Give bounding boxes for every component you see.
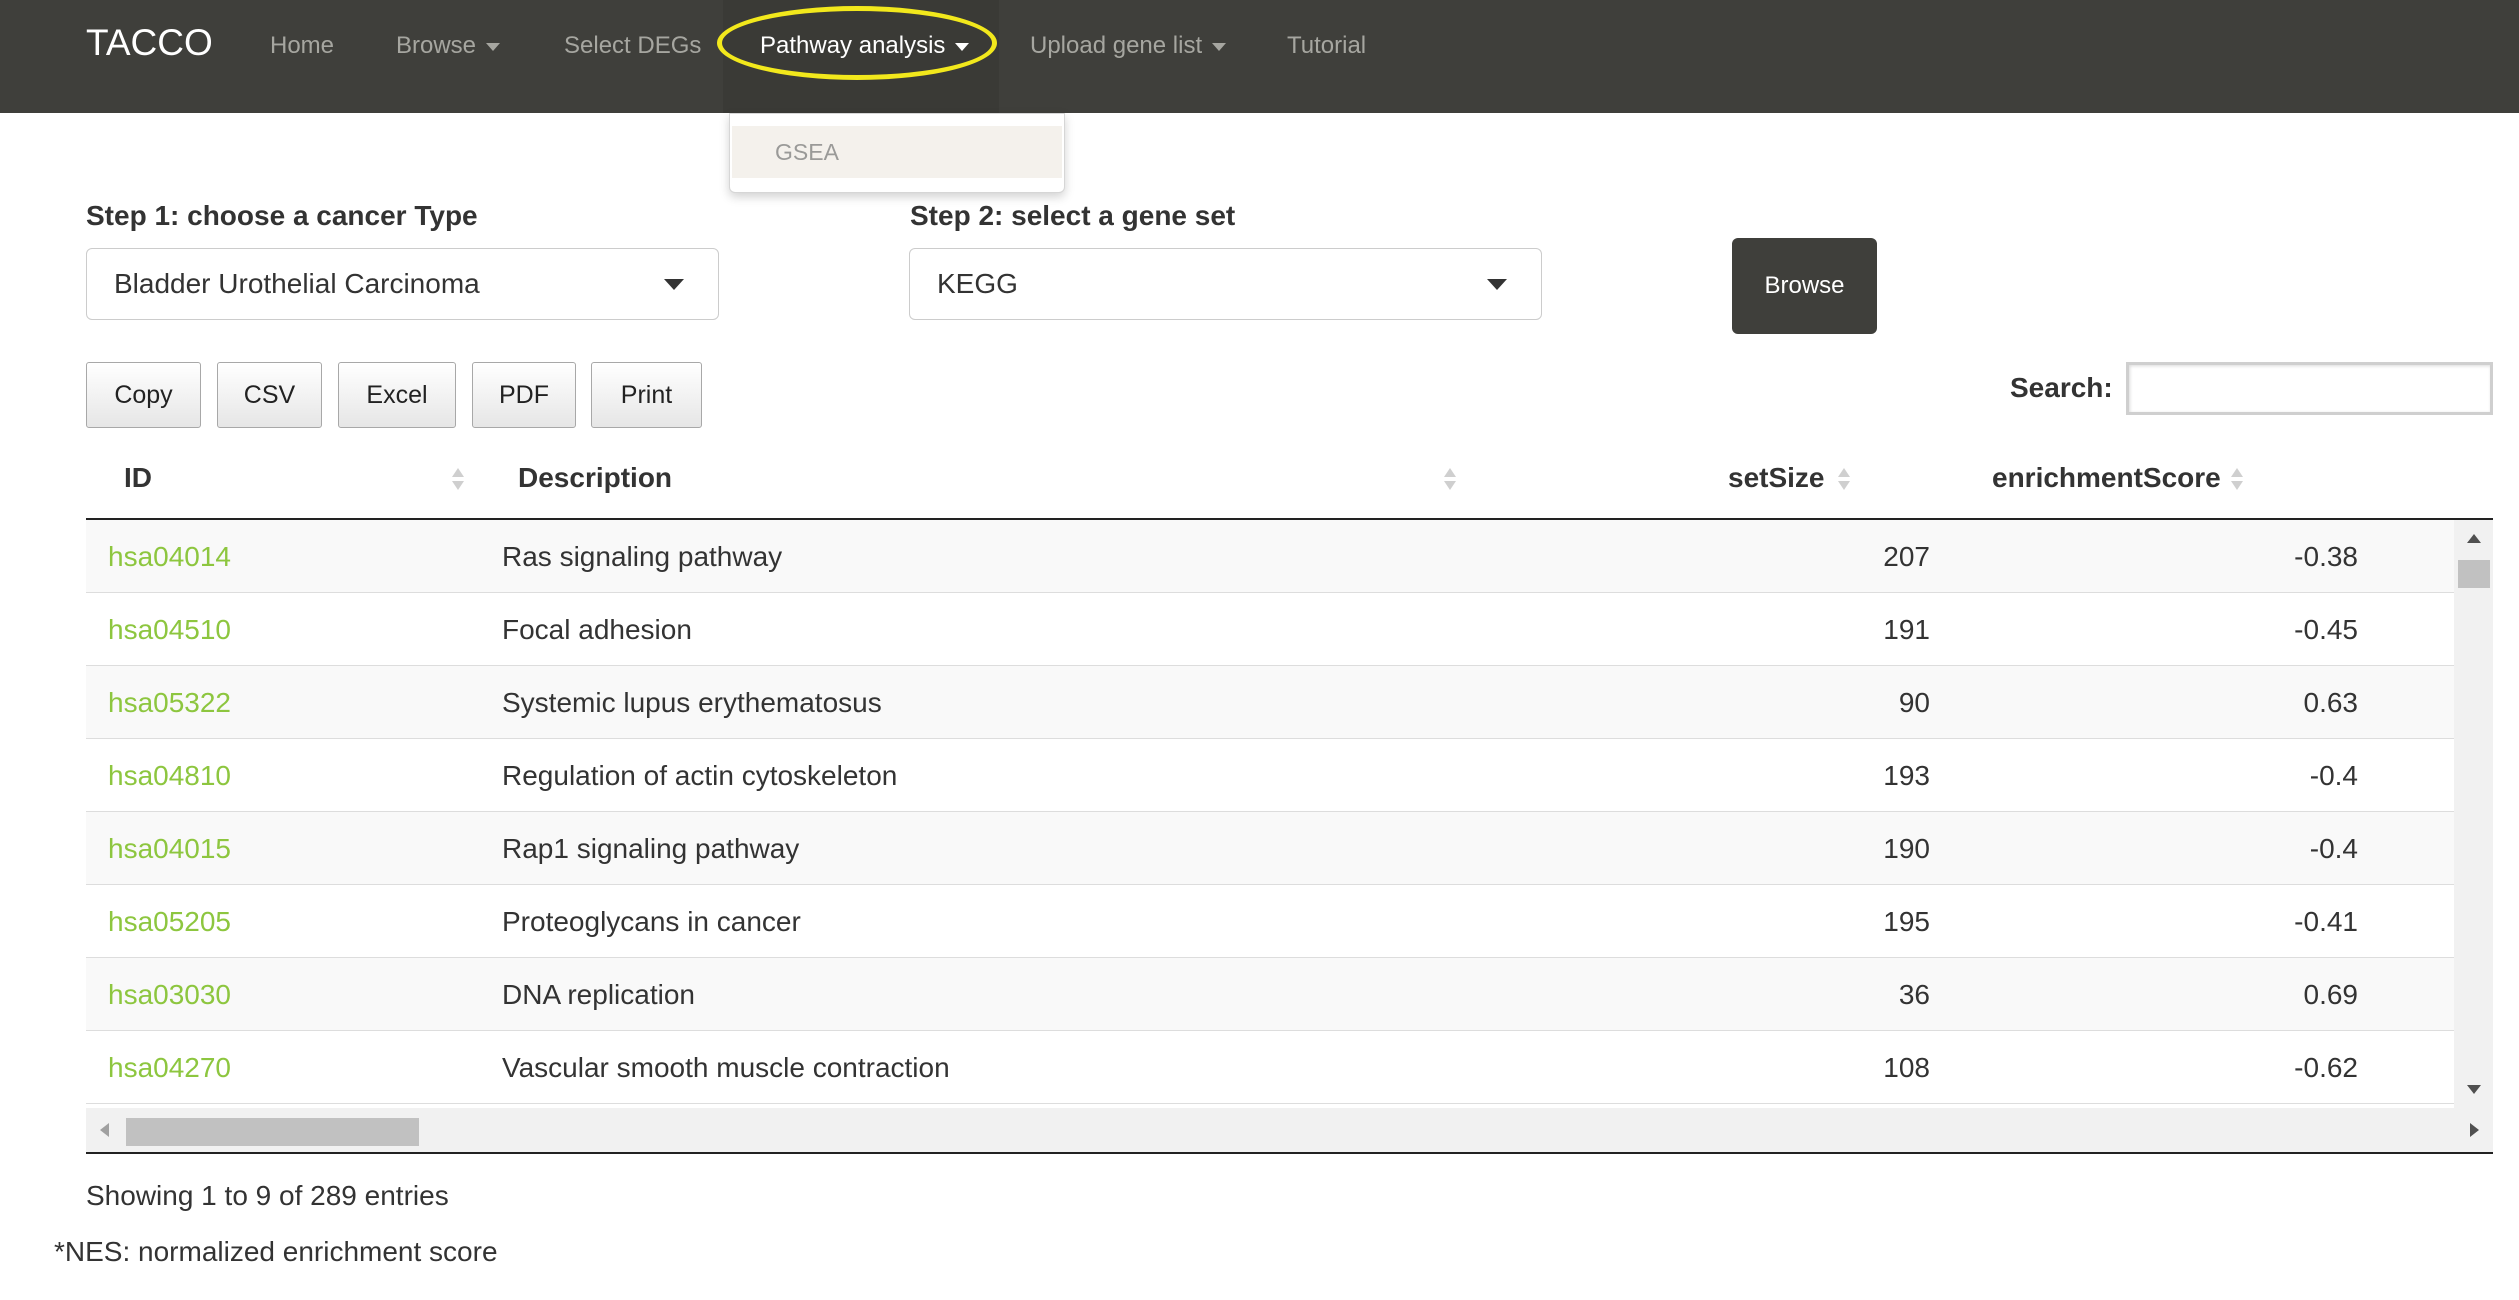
enrichment-score-value: -0.45 [2294, 614, 2358, 645]
brand-logo[interactable]: TACCO [86, 22, 213, 64]
pdf-button[interactable]: PDF [472, 362, 576, 428]
pathway-id-link[interactable]: hsa04014 [108, 520, 231, 593]
column-header-setsize[interactable]: setSize [1728, 462, 1825, 494]
search-label: Search: [2010, 372, 2113, 403]
sort-icon[interactable] [2229, 464, 2245, 496]
table-vertical-scrollbar[interactable] [2454, 520, 2493, 1108]
column-header-enrichmentscore[interactable]: enrichmentScore [1992, 462, 2221, 494]
nav-item-pathway-analysis[interactable]: Pathway analysis [760, 32, 970, 60]
scroll-left-icon[interactable] [100, 1123, 109, 1137]
vertical-scroll-thumb[interactable] [2458, 560, 2490, 588]
enrichment-score-value: -0.62 [2294, 1052, 2358, 1083]
pathway-id-link[interactable]: hsa04810 [108, 739, 231, 812]
table-horizontal-scrollbar[interactable] [86, 1108, 2493, 1152]
nav-item-browse[interactable]: Browse [396, 32, 501, 60]
nav-item-label: Tutorial [1287, 32, 1367, 59]
pathway-description: Proteoglycans in cancer [502, 906, 801, 937]
table-row: hsa04270 Vascular smooth muscle contract… [86, 1031, 2454, 1104]
table-row: hsa03030 DNA replication 36 0.69 [86, 958, 2454, 1031]
nav-item-label: Upload gene list [1030, 32, 1203, 59]
set-size-value: 207 [1883, 541, 1930, 572]
set-size-value: 90 [1898, 687, 1930, 718]
table-body: hsa04014 Ras signaling pathway 207 -0.38… [86, 520, 2454, 1108]
horizontal-scroll-thumb[interactable] [126, 1118, 419, 1146]
nav-item-upload-gene-list[interactable]: Upload gene list [1030, 32, 1227, 60]
nav-item-tutorial[interactable]: Tutorial [1287, 32, 1366, 60]
pathway-description: Rap1 signaling pathway [502, 833, 800, 864]
pathway-description: Systemic lupus erythematosus [502, 687, 882, 718]
cancer-type-select[interactable]: Bladder Urothelial Carcinoma [86, 248, 719, 320]
caret-down-icon [1212, 42, 1227, 51]
browse-button[interactable]: Browse [1732, 238, 1877, 334]
step1-label: Step 1: choose a cancer Type [86, 200, 478, 231]
chevron-down-icon [664, 279, 684, 290]
search-input[interactable] [2126, 362, 2493, 415]
set-size-value: 190 [1883, 833, 1930, 864]
nav-item-label: Browse [396, 32, 477, 59]
sort-icon[interactable] [1442, 464, 1458, 496]
sort-icon[interactable] [1836, 464, 1852, 496]
gene-set-value: KEGG [937, 268, 1018, 299]
set-size-value: 195 [1883, 906, 1930, 937]
scroll-up-icon[interactable] [2467, 534, 2481, 543]
column-header-id[interactable]: ID [124, 462, 152, 494]
enrichment-score-value: 0.63 [2303, 687, 2359, 718]
copy-button[interactable]: Copy [86, 362, 201, 428]
scroll-right-icon[interactable] [2470, 1123, 2479, 1137]
pathway-description: Focal adhesion [502, 614, 692, 645]
enrichment-score-value: 0.69 [2303, 979, 2359, 1010]
set-size-value: 108 [1883, 1052, 1930, 1083]
table-footer-divider [86, 1152, 2493, 1154]
enrichment-score-value: -0.38 [2294, 541, 2358, 572]
caret-down-icon [955, 42, 970, 51]
pathway-dropdown-menu: GSEA [729, 113, 1065, 193]
nav-item-select-degs[interactable]: Select DEGs [564, 32, 701, 60]
excel-button[interactable]: Excel [338, 362, 456, 428]
table-row: hsa04810 Regulation of actin cytoskeleto… [86, 739, 2454, 812]
top-navbar: TACCO Home Browse Select DEGs Pathway an… [0, 0, 2519, 113]
table-row: hsa04015 Rap1 signaling pathway 190 -0.4 [86, 812, 2454, 885]
pathway-description: Vascular smooth muscle contraction [502, 1052, 950, 1083]
pathway-id-link[interactable]: hsa03030 [108, 958, 231, 1031]
set-size-value: 191 [1883, 614, 1930, 645]
sort-icon[interactable] [450, 464, 466, 496]
pathway-description: DNA replication [502, 979, 695, 1010]
nes-footnote: *NES: normalized enrichment score [54, 1236, 498, 1267]
enrichment-score-value: -0.41 [2294, 906, 2358, 937]
pathway-description: Regulation of actin cytoskeleton [502, 760, 898, 791]
table-info-text: Showing 1 to 9 of 289 entries [86, 1180, 449, 1211]
pathway-id-link[interactable]: hsa04510 [108, 593, 231, 666]
nav-item-label: Pathway analysis [760, 32, 946, 59]
set-size-value: 193 [1883, 760, 1930, 791]
csv-button[interactable]: CSV [217, 362, 322, 428]
print-button[interactable]: Print [591, 362, 702, 428]
dropdown-item-gsea[interactable]: GSEA [732, 126, 1062, 178]
table-row: hsa04510 Focal adhesion 191 -0.45 [86, 593, 2454, 666]
enrichment-score-value: -0.4 [2309, 760, 2358, 791]
pathway-description: Ras signaling pathway [502, 541, 783, 572]
cancer-type-value: Bladder Urothelial Carcinoma [114, 268, 480, 299]
enrichment-score-value: -0.4 [2309, 833, 2358, 864]
set-size-value: 36 [1898, 979, 1930, 1010]
table-row: hsa05322 Systemic lupus erythematosus 90… [86, 666, 2454, 739]
gene-set-select[interactable]: KEGG [909, 248, 1542, 320]
nav-item-label: Home [270, 32, 335, 59]
table-row: hsa05205 Proteoglycans in cancer 195 -0.… [86, 885, 2454, 958]
pathway-id-link[interactable]: hsa04015 [108, 812, 231, 885]
chevron-down-icon [1487, 279, 1507, 290]
step2-label: Step 2: select a gene set [910, 200, 1236, 231]
nav-item-home[interactable]: Home [270, 32, 334, 60]
pathway-id-link[interactable]: hsa05205 [108, 885, 231, 958]
scroll-down-icon[interactable] [2467, 1085, 2481, 1094]
pathway-id-link[interactable]: hsa04270 [108, 1031, 231, 1104]
column-header-description[interactable]: Description [518, 462, 672, 494]
nav-item-label: Select DEGs [564, 32, 702, 59]
caret-down-icon [486, 42, 501, 51]
pathway-id-link[interactable]: hsa05322 [108, 666, 231, 739]
table-row: hsa04014 Ras signaling pathway 207 -0.38 [86, 520, 2454, 593]
